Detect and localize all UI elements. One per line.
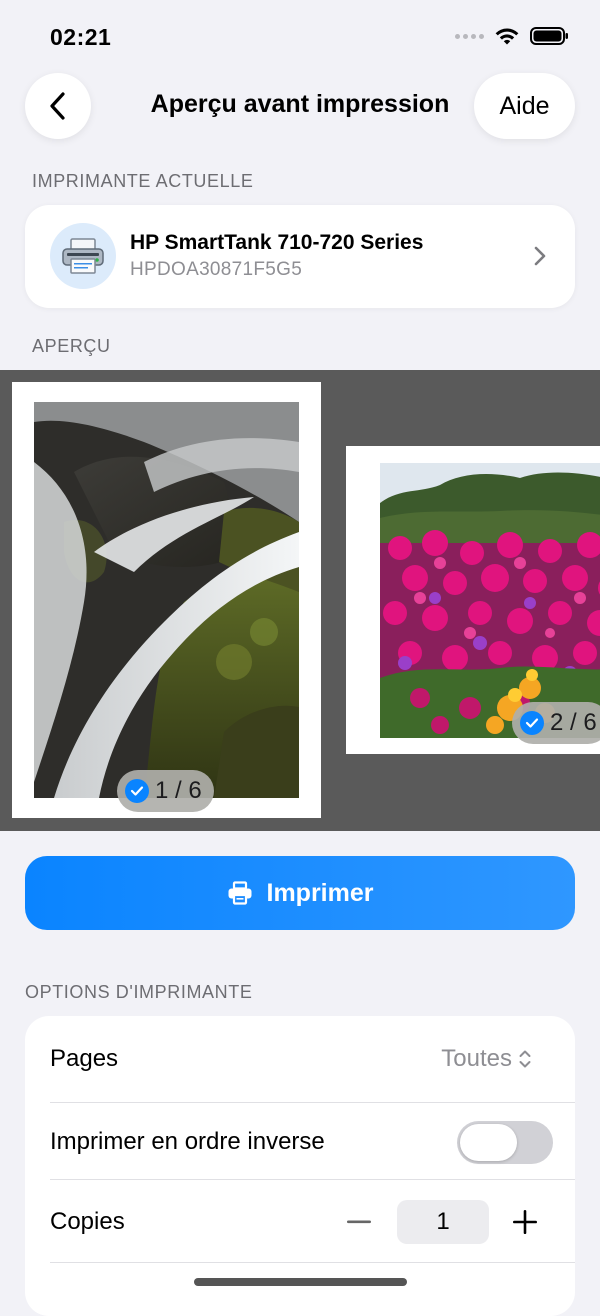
preview-page-1[interactable]: 1 / 6	[12, 382, 321, 818]
toggle-knob	[460, 1123, 517, 1161]
chevron-right-icon	[534, 246, 546, 266]
decrement-button[interactable]	[346, 1209, 372, 1235]
reverse-order-row: Imprimer en ordre inverse	[50, 1102, 575, 1182]
chevron-left-icon	[50, 92, 65, 120]
help-button[interactable]: Aide	[474, 73, 575, 139]
wifi-icon	[495, 28, 519, 45]
increment-button[interactable]	[512, 1209, 538, 1235]
reverse-order-label: Imprimer en ordre inverse	[50, 1128, 325, 1155]
printer-id: HPDOA30871F5G5	[130, 259, 303, 280]
pages-select[interactable]: Toutes	[441, 1045, 532, 1073]
status-time: 02:21	[50, 24, 112, 50]
preview-page-2[interactable]: 2 / 6	[346, 446, 600, 754]
printer-name: HP SmartTank 710-720 Series	[130, 231, 424, 254]
plus-icon	[513, 1210, 537, 1234]
copies-row: Copies 1	[50, 1182, 575, 1262]
preview-section-label: APERÇU	[32, 336, 111, 356]
back-button[interactable]	[25, 73, 91, 139]
printer-options: Pages Toutes Imprimer en ordre inverse C…	[25, 1016, 575, 1316]
checkmark-icon	[125, 779, 149, 803]
page-badge: 2 / 6	[512, 702, 600, 744]
waterfall-photo	[34, 402, 299, 798]
options-section-label: OPTIONS D'IMPRIMANTE	[25, 982, 253, 1002]
printer-section-label: IMPRIMANTE ACTUELLE	[32, 171, 254, 191]
checkmark-icon	[520, 711, 544, 735]
divider	[50, 1262, 575, 1263]
pages-row[interactable]: Pages Toutes	[50, 1019, 575, 1099]
printer-icon	[50, 223, 116, 289]
preview-carousel[interactable]: 1 / 6 2 / 6	[0, 370, 600, 831]
copies-label: Copies	[50, 1208, 125, 1235]
pages-label: Pages	[50, 1045, 119, 1072]
divider	[50, 1179, 575, 1180]
cellular-signal-icon	[455, 33, 484, 39]
reverse-order-toggle[interactable]	[457, 1120, 553, 1164]
home-indicator[interactable]	[194, 1278, 407, 1286]
print-button[interactable]: Imprimer	[25, 856, 575, 930]
printer-icon	[228, 881, 251, 905]
copies-value[interactable]: 1	[397, 1200, 489, 1244]
battery-icon	[530, 27, 568, 45]
page-badge-label: 1 / 6	[155, 777, 202, 804]
minus-icon	[347, 1220, 371, 1224]
chevron-up-down-icon	[519, 1050, 531, 1068]
status-icons	[455, 26, 570, 46]
print-button-label: Imprimer	[266, 878, 374, 907]
page-badge-label: 2 / 6	[550, 709, 597, 736]
flowers-photo	[380, 463, 600, 738]
pages-value: Toutes	[441, 1045, 512, 1072]
printer-selector[interactable]: HP SmartTank 710-720 Series HPDOA30871F5…	[25, 205, 575, 308]
page-badge: 1 / 6	[117, 770, 214, 812]
